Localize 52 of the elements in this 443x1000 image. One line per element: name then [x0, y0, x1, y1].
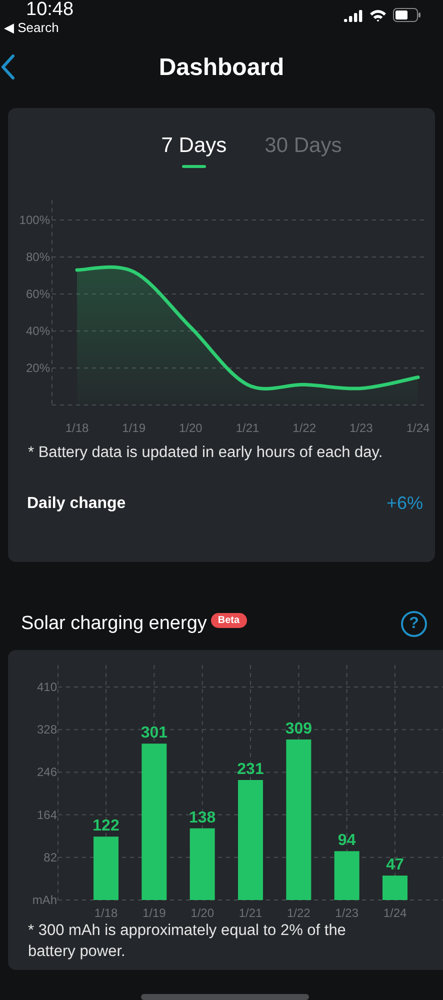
back-to-app-link[interactable]: ◀ Search	[4, 20, 74, 36]
bar	[382, 876, 408, 900]
axis-tick-label: 1/18	[94, 906, 118, 920]
section-title: Solar charging energy	[21, 613, 207, 635]
axis-tick-label: 82	[44, 850, 57, 864]
bar-value-label: 122	[92, 818, 120, 835]
axis-tick-label: 1/23	[349, 421, 373, 435]
status-time: 10:48	[26, 0, 74, 20]
axis-tick-label: 1/19	[142, 906, 166, 920]
axis-tick-label: 410	[36, 680, 57, 694]
axis-tick-label: 1/21	[236, 421, 260, 435]
daily-change-value: +6%	[386, 493, 423, 514]
back-button[interactable]	[1, 54, 15, 80]
bar	[94, 836, 118, 900]
axis-tick-label: 164	[36, 808, 57, 822]
bar	[190, 828, 215, 900]
back-chevron-icon	[1, 54, 15, 80]
bar-value-label: 301	[140, 724, 168, 742]
axis-tick-label: 1/18	[65, 421, 89, 435]
axis-tick-label: 40%	[26, 324, 50, 338]
axis-tick-label: 1/21	[238, 906, 262, 920]
daily-change-label: Daily change	[27, 494, 126, 512]
axis-tick-label: 1/24	[383, 906, 407, 920]
axis-tick-label: 100%	[19, 213, 50, 227]
battery-icon	[393, 8, 421, 22]
wifi-icon	[369, 8, 387, 22]
bar	[334, 851, 360, 900]
axis-tick-label: 20%	[26, 361, 50, 375]
footnote-text: * 300 mAh is approximately equal to 2% of the battery power.	[27, 921, 347, 962]
axis-tick-label: mAh	[32, 893, 57, 907]
footnote-text: * Battery data is updated in early hours of each day.	[27, 443, 384, 463]
axis-tick-label: 60%	[26, 287, 50, 301]
axis-tick-label: 1/22	[286, 906, 310, 920]
axis-tick-label: 328	[36, 722, 57, 737]
axis-tick-label: 1/24	[406, 421, 430, 435]
axis-tick-label: 80%	[26, 250, 50, 264]
bar-value-label: 231	[237, 761, 264, 778]
axis-tick-label: 1/22	[292, 421, 316, 435]
axis-tick-label: 1/20	[178, 421, 202, 435]
period-tab[interactable]: 7 Days	[161, 134, 227, 168]
axis-tick-label: 1/20	[190, 906, 214, 920]
beta-badge: Beta	[210, 612, 247, 628]
bar-value-label: 309	[285, 720, 312, 738]
bar-value-label: 47	[386, 856, 404, 874]
signal-icon	[344, 8, 363, 22]
axis-tick-label: 1/19	[122, 421, 146, 435]
axis-tick-label: 246	[36, 765, 57, 780]
help-button[interactable]: ?	[401, 611, 427, 637]
axis-tick-label: 1/23	[335, 906, 359, 920]
page-title: Dashboard	[158, 54, 284, 82]
bar-value-label: 138	[188, 809, 216, 826]
bar-value-label: 94	[338, 832, 356, 850]
